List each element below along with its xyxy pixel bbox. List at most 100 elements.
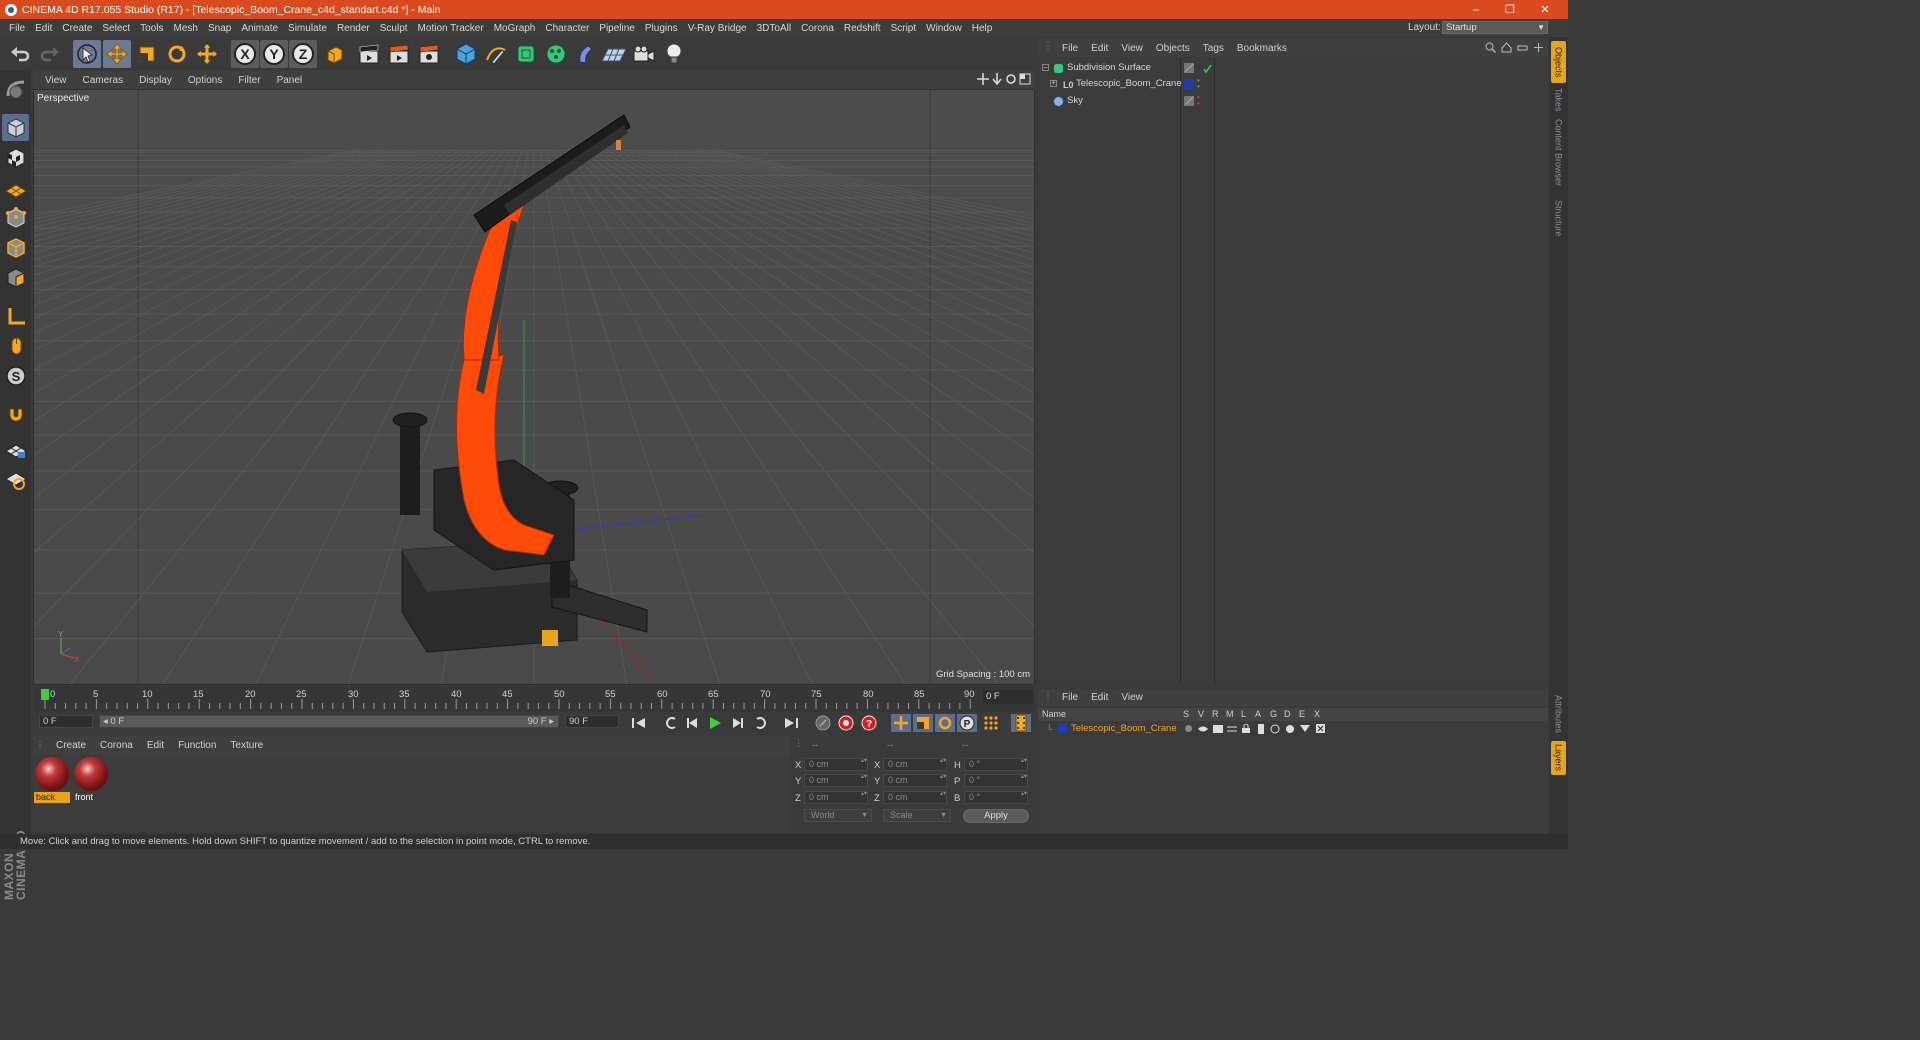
redo-button[interactable]	[36, 40, 64, 68]
home-icon[interactable]	[1501, 42, 1512, 53]
next-key-button[interactable]	[751, 714, 771, 732]
enabled-check-icon[interactable]	[1203, 64, 1212, 73]
tab-content-browser[interactable]: Content Browser	[1551, 117, 1566, 189]
rot-p-field[interactable]: 0 °	[964, 774, 1028, 787]
timeline-ruler[interactable]: 0 5 10 15 20 25 30 35 40 45 50 55 60 65 …	[33, 686, 1035, 712]
floor-object-button[interactable]	[600, 40, 628, 68]
next-frame-button[interactable]	[727, 714, 747, 732]
objects-menu-view[interactable]: View	[1117, 43, 1147, 54]
viewport-rotate-icon[interactable]	[1005, 73, 1017, 85]
menu-tools[interactable]: Tools	[135, 23, 168, 34]
points-mode-button[interactable]	[2, 204, 29, 231]
viewport-menu-options[interactable]: Options	[180, 75, 230, 86]
texture-mode-button[interactable]	[2, 144, 29, 171]
column-expressions[interactable]: E	[1299, 709, 1305, 719]
objects-menu-file[interactable]: File	[1058, 43, 1082, 54]
expand-panel-icon[interactable]	[1533, 42, 1544, 53]
key-rotation-button[interactable]	[935, 714, 955, 732]
expand-icon[interactable]: +	[1050, 80, 1057, 87]
minimize-panel-icon[interactable]	[1517, 42, 1528, 53]
transform-mode-dropdown[interactable]: Scale ▼	[883, 809, 951, 822]
end-frame-field[interactable]: 90 F	[565, 715, 619, 728]
object-row[interactable]: Sky • •	[1038, 93, 1548, 109]
material-menu-function[interactable]: Function	[171, 740, 223, 751]
material-thumbnail[interactable]: back	[34, 756, 70, 804]
size-y-field[interactable]: 0 cm	[883, 774, 947, 787]
material-menu-corona[interactable]: Corona	[93, 740, 140, 751]
light-object-button[interactable]	[660, 40, 688, 68]
cube-primitive-button[interactable]	[452, 40, 480, 68]
coordinate-mode-dropdown[interactable]: World ▼	[804, 809, 872, 822]
layer-lock-icon[interactable]	[1242, 724, 1250, 733]
menu-motion-tracker[interactable]: Motion Tracker	[413, 23, 489, 34]
menu-corona[interactable]: Corona	[796, 23, 839, 34]
menu-3dtoall[interactable]: 3DToAll	[752, 23, 796, 34]
live-selection-button[interactable]	[73, 40, 101, 68]
key-pla-button[interactable]	[981, 714, 1001, 732]
tab-layers[interactable]: Layers	[1551, 741, 1566, 775]
playhead[interactable]	[41, 689, 49, 700]
layer-solo-icon[interactable]	[1185, 725, 1192, 732]
material-menu-texture[interactable]: Texture	[223, 740, 270, 751]
pos-y-field[interactable]: 0 cm	[804, 774, 868, 787]
size-z-field[interactable]: 0 cm	[883, 791, 947, 804]
current-frame-field[interactable]: 0 F	[983, 690, 1033, 704]
column-manager[interactable]: M	[1226, 709, 1234, 719]
objects-menu-edit[interactable]: Edit	[1087, 43, 1112, 54]
menu-character[interactable]: Character	[540, 23, 594, 34]
column-lock[interactable]: L	[1241, 709, 1246, 719]
material-thumbnail[interactable]: front	[73, 756, 109, 804]
close-button[interactable]: ✕	[1522, 0, 1568, 19]
menu-edit[interactable]: Edit	[30, 23, 57, 34]
edges-mode-button[interactable]	[2, 234, 29, 261]
deformer-button[interactable]	[572, 40, 600, 68]
objects-menu-bookmarks[interactable]: Bookmarks	[1233, 43, 1291, 54]
start-frame-field[interactable]: 0 F	[39, 715, 93, 728]
layer-view-eye-icon[interactable]	[1198, 725, 1208, 733]
subdivision-surface-button[interactable]	[512, 40, 540, 68]
object-row[interactable]: – Subdivision Surface	[1038, 60, 1548, 76]
locked-workplane-button[interactable]	[2, 436, 29, 463]
coordinate-system-button[interactable]	[320, 40, 348, 68]
layer-render-icon[interactable]	[1213, 725, 1223, 733]
pos-z-field[interactable]: 0 cm	[804, 791, 868, 804]
material-menu-create[interactable]: Create	[49, 740, 93, 751]
search-icon[interactable]	[1485, 42, 1496, 53]
menu-animate[interactable]: Animate	[236, 23, 283, 34]
menu-simulate[interactable]: Simulate	[283, 23, 332, 34]
layer-manager-icon[interactable]	[1227, 725, 1237, 733]
keyframe-selection-button[interactable]: ?	[859, 714, 879, 732]
planar-workplane-button[interactable]	[2, 466, 29, 493]
column-xref[interactable]: X	[1314, 709, 1320, 719]
column-generators[interactable]: G	[1270, 709, 1277, 719]
record-keys-button[interactable]	[813, 714, 833, 732]
model-mode-button[interactable]	[2, 114, 29, 141]
tab-takes[interactable]: Takes	[1551, 85, 1566, 115]
edit-render-settings-button[interactable]	[415, 40, 443, 68]
layer-row[interactable]: └ Telescopic_Boom_Crane	[1038, 721, 1548, 737]
column-solo[interactable]: S	[1183, 709, 1189, 719]
menu-select[interactable]: Select	[97, 23, 135, 34]
menu-pipeline[interactable]: Pipeline	[594, 23, 640, 34]
apply-button[interactable]: Apply	[963, 809, 1029, 823]
column-animation[interactable]: A	[1255, 709, 1261, 719]
menu-create[interactable]: Create	[57, 23, 97, 34]
rot-b-field[interactable]: 0 °	[964, 791, 1028, 804]
visibility-dots-icon[interactable]: • •	[1197, 77, 1200, 91]
polygons-mode-button[interactable]	[2, 264, 29, 291]
goto-start-button[interactable]	[629, 714, 649, 732]
layer-generator-icon[interactable]	[1270, 724, 1280, 734]
collapse-icon[interactable]: –	[1042, 64, 1049, 71]
object-row[interactable]: + L0 Telescopic_Boom_Crane • •	[1038, 76, 1548, 92]
tab-attributes[interactable]: Attributes	[1551, 689, 1566, 739]
magnet-button[interactable]	[2, 400, 29, 427]
layer-expression-icon[interactable]	[1300, 725, 1310, 733]
viewport-menu-display[interactable]: Display	[131, 75, 180, 86]
layer-animation-icon[interactable]	[1258, 724, 1264, 734]
material-menu-edit[interactable]: Edit	[140, 740, 171, 751]
menu-window[interactable]: Window	[921, 23, 967, 34]
rot-h-field[interactable]: 0 °	[964, 758, 1028, 771]
axis-mode-button[interactable]	[2, 302, 29, 329]
x-axis-lock-button[interactable]: X	[231, 40, 259, 68]
timeline-ticks[interactable]: 0 5 10 15 20 25 30 35 40 45 50 55 60 65 …	[41, 687, 976, 711]
